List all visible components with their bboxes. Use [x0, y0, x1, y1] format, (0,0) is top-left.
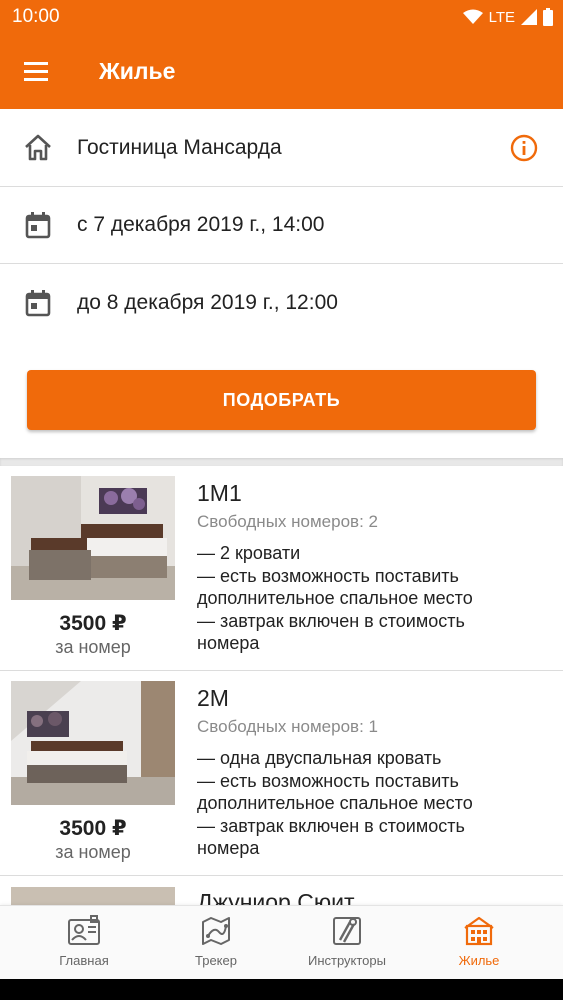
- ski-icon: [333, 917, 361, 945]
- room-availability: Свободных номеров: 2: [197, 512, 378, 531]
- section-divider: [0, 458, 563, 466]
- room-feature: — завтрак включен в стоимость: [197, 815, 465, 836]
- hotel-row[interactable]: Гостиница Мансарда: [0, 110, 563, 187]
- room-features: — 2 кровати — есть возможность поставить…: [197, 542, 473, 655]
- room-feature: номера: [197, 633, 260, 653]
- room-photo: [11, 681, 175, 805]
- room-feature: дополнительное спальное место: [197, 588, 473, 608]
- nav-item-instructors[interactable]: Инструкторы: [277, 906, 417, 980]
- wifi-icon: [462, 9, 483, 24]
- nav-label: Главная: [59, 953, 109, 968]
- checkin-row[interactable]: с 7 декабря 2019 г., 14:00: [0, 187, 563, 264]
- room-features: — одна двуспальная кровать — есть возмож…: [197, 747, 473, 860]
- hotel-name: Гостиница Мансарда: [77, 136, 282, 159]
- nav-label: Трекер: [195, 953, 237, 968]
- room-name: Джуниор Сюит: [197, 889, 355, 905]
- network-type: LTE: [488, 8, 515, 26]
- status-time: 10:00: [12, 6, 60, 27]
- home-icon: [25, 134, 51, 161]
- search-button[interactable]: ПОДОБРАТЬ: [27, 370, 536, 430]
- map-route-icon: [202, 917, 230, 945]
- bottom-navigation: Главная Трекер Инструкторы Жилье: [0, 905, 563, 979]
- room-feature: — завтрак включен в стоимость: [197, 610, 465, 631]
- status-bar: 10:00 LTE: [0, 0, 563, 34]
- room-feature: — есть возможность поставить: [197, 770, 459, 791]
- room-price: 3500 ₽: [59, 612, 127, 635]
- signal-icon: [521, 9, 537, 25]
- room-feature: номера: [197, 838, 260, 858]
- nav-label: Жилье: [458, 953, 500, 968]
- menu-icon[interactable]: [22, 58, 54, 86]
- room-card[interactable]: Джуниор Сюит: [0, 877, 563, 905]
- checkin-date: с 7 декабря 2019 г., 14:00: [77, 213, 325, 236]
- page-title: Жилье: [99, 58, 176, 84]
- room-feature: — есть возможность поставить: [197, 565, 459, 586]
- calendar-icon: [25, 212, 51, 239]
- system-navigation-bar: [0, 979, 563, 1000]
- room-photo: [11, 476, 175, 600]
- battery-icon: [543, 8, 553, 26]
- info-icon[interactable]: [509, 133, 539, 163]
- room-price: 3500 ₽: [59, 817, 127, 840]
- room-card[interactable]: 2М Свободных номеров: 1 — одна двуспальн…: [0, 671, 563, 876]
- checkout-date: до 8 декабря 2019 г., 12:00: [77, 290, 338, 314]
- room-price-unit: за номер: [55, 637, 131, 657]
- nav-label: Инструкторы: [307, 953, 386, 968]
- checkout-row[interactable]: до 8 декабря 2019 г., 12:00: [0, 264, 563, 341]
- room-photo: [11, 887, 175, 905]
- room-feature: — 2 кровати: [197, 543, 301, 563]
- room-availability: Свободных номеров: 1: [197, 717, 378, 736]
- nav-item-tracker[interactable]: Трекер: [146, 906, 286, 980]
- nav-item-housing[interactable]: Жилье: [409, 906, 549, 980]
- room-card[interactable]: 1М1 Свободных номеров: 2 — 2 кровати — е…: [0, 466, 563, 671]
- building-icon: [464, 916, 494, 946]
- room-name: 1М1: [197, 480, 242, 506]
- room-name: 2М: [197, 685, 229, 711]
- room-feature: дополнительное спальное место: [197, 793, 473, 813]
- room-feature: — одна двуспальная кровать: [197, 748, 442, 768]
- calendar-icon: [25, 289, 51, 316]
- app-bar: Жилье: [0, 34, 563, 109]
- id-card-icon: [68, 915, 100, 945]
- status-icons: LTE: [462, 6, 553, 28]
- room-price-unit: за номер: [55, 842, 131, 862]
- nav-item-home[interactable]: Главная: [14, 906, 154, 980]
